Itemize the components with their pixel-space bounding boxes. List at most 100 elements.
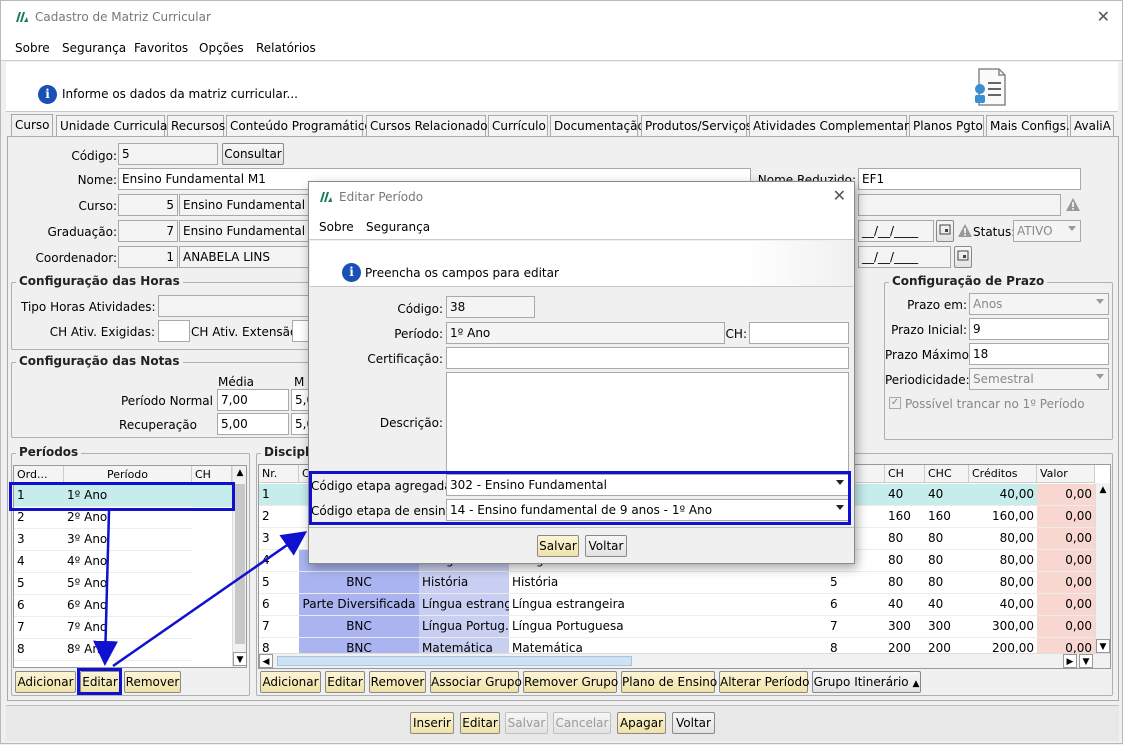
dlg-ch-field[interactable]: [749, 322, 849, 344]
dialog-close-icon[interactable]: ✕: [833, 186, 846, 205]
calendar-button-2[interactable]: [954, 246, 972, 268]
cell-valor: 0,00: [1037, 594, 1095, 616]
graduacao-code-field[interactable]: 7: [118, 220, 178, 242]
dialog-menu-seguranca[interactable]: Segurança: [366, 220, 430, 234]
cell-ch: 40: [885, 594, 925, 616]
prazo-inicial-field[interactable]: 9: [969, 318, 1109, 340]
table-row[interactable]: 6 6º Ano: [14, 595, 232, 617]
dialog-menu-sobre[interactable]: Sobre: [319, 220, 354, 234]
salvar-button[interactable]: Salvar: [505, 712, 548, 734]
scroll-left-icon[interactable]: ◀: [259, 654, 273, 668]
trancar-checkbox[interactable]: ✓: [889, 397, 901, 409]
scroll-down-icon[interactable]: ▼: [1096, 639, 1110, 653]
table-row[interactable]: 5 5º Ano: [14, 573, 232, 595]
dlg-codigo-field[interactable]: 38: [446, 296, 535, 318]
dlg-voltar-button[interactable]: Voltar: [585, 535, 627, 557]
cell-nr: 2: [259, 506, 299, 528]
dlg-ch-label: CH:: [725, 327, 747, 341]
periodo-normal-media[interactable]: 7,00: [217, 389, 289, 411]
disciplinas-hscrollbar[interactable]: ◀ ▶ ▼: [259, 653, 1110, 668]
dlg-salvar-button[interactable]: Salvar: [537, 535, 579, 557]
tab-recursos[interactable]: Recursos: [167, 115, 225, 137]
extra-field[interactable]: [858, 194, 1061, 216]
cancelar-button[interactable]: Cancelar: [553, 712, 611, 734]
tab-curriculo[interactable]: Currículo: [488, 115, 548, 137]
col-valor[interactable]: Valor: [1037, 465, 1095, 483]
prazo-em-select[interactable]: Anos: [969, 293, 1109, 315]
disc-editar-button[interactable]: Editar: [325, 671, 365, 693]
table-row[interactable]: 5 BNC História História 5 80 80 80,00 0,00: [259, 572, 1095, 594]
table-row[interactable]: 8 8º Ano: [14, 639, 232, 661]
col-nr[interactable]: Nr.: [259, 465, 299, 483]
tab-cursos-relacionados[interactable]: Cursos Relacionados: [366, 115, 494, 137]
scroll-right-icon[interactable]: ▶: [1063, 654, 1077, 668]
grupo-itinerario-button[interactable]: Grupo Itinerário ▲: [812, 671, 921, 693]
nome-reduzido-field[interactable]: EF1: [858, 168, 1081, 190]
dlg-certificacao-field[interactable]: [446, 347, 849, 369]
table-row[interactable]: 7 BNC Língua Portug... Língua Portuguesa 7 30…: [259, 616, 1095, 638]
recuperacao-media[interactable]: 5,00: [217, 413, 289, 435]
tab-mais-configs[interactable]: Mais Configs.: [986, 115, 1070, 137]
date-field-2[interactable]: __/__/____: [858, 246, 951, 268]
scroll-down-icon[interactable]: ▼: [233, 652, 246, 666]
dlg-periodo-field[interactable]: 1º Ano: [446, 322, 725, 344]
coordenador-code-field[interactable]: 1: [118, 246, 178, 268]
col-chc[interactable]: CHC: [925, 465, 969, 483]
scroll-up-icon[interactable]: ▲: [1096, 483, 1110, 497]
consultar-button[interactable]: Consultar: [222, 143, 284, 165]
cell-creditos: 40,00: [969, 594, 1037, 616]
menu-seguranca[interactable]: Segurança: [62, 41, 126, 55]
periodos-remover-button[interactable]: Remover: [124, 671, 181, 693]
inserir-button[interactable]: Inserir: [410, 712, 454, 734]
tipo-horas-field[interactable]: [158, 295, 311, 317]
disciplinas-vscrollbar[interactable]: ▲ ▼: [1095, 483, 1110, 653]
warning-icon: [958, 224, 972, 237]
apagar-button[interactable]: Apagar: [617, 712, 666, 734]
status-select[interactable]: ATIVO: [1013, 220, 1081, 242]
nome-label: Nome:: [77, 173, 117, 187]
tab-conteudo-programatico[interactable]: Conteúdo Programático: [226, 115, 372, 137]
cell-ord: 7: [14, 617, 64, 639]
date-field-1[interactable]: __/__/____: [858, 220, 934, 242]
scroll-up-icon[interactable]: ▲: [233, 466, 246, 480]
tab-unidade-curricular[interactable]: Unidade Curricular: [56, 115, 172, 137]
voltar-button[interactable]: Voltar: [672, 712, 715, 734]
col-ch[interactable]: CH: [885, 465, 925, 483]
tab-curso[interactable]: Curso: [11, 114, 53, 138]
table-row[interactable]: 3 3º Ano: [14, 529, 232, 551]
periodicidade-select[interactable]: Semestral: [969, 368, 1109, 390]
close-icon[interactable]: ✕: [1097, 7, 1110, 26]
ch-exigidas-field[interactable]: [158, 320, 190, 342]
scroll-end-icon[interactable]: ▼: [1079, 654, 1093, 668]
menu-opcoes[interactable]: Opções: [199, 41, 244, 55]
plano-ensino-button[interactable]: Plano de Ensino: [621, 671, 717, 693]
curso-code-field[interactable]: 5: [118, 194, 178, 216]
tab-planos-pgto[interactable]: Planos Pgto: [909, 115, 984, 137]
disc-remover-button[interactable]: Remover: [369, 671, 426, 693]
disc-adicionar-button[interactable]: Adicionar: [260, 671, 321, 693]
menu-relatorios[interactable]: Relatórios: [256, 41, 316, 55]
prazo-maximo-field[interactable]: 18: [969, 343, 1109, 365]
table-row[interactable]: 7 7º Ano: [14, 617, 232, 639]
associar-grupo-button[interactable]: Associar Grupo: [430, 671, 522, 693]
tab-atividades-complementares[interactable]: Atividades Complementares: [749, 115, 922, 137]
tab-avalia[interactable]: AvaliA: [1070, 115, 1114, 137]
calendar-button-1[interactable]: [936, 220, 954, 242]
highlight-etapa-fields: [309, 471, 851, 525]
periodos-adicionar-button[interactable]: Adicionar: [15, 671, 76, 693]
col-creditos[interactable]: Créditos: [969, 465, 1037, 483]
cell-chc: 80: [925, 572, 969, 594]
menu-sobre[interactable]: Sobre: [15, 41, 50, 55]
scroll-thumb[interactable]: [235, 484, 245, 644]
dlg-descricao-field[interactable]: [446, 372, 849, 472]
codigo-field[interactable]: 5: [118, 143, 218, 165]
menu-favoritos[interactable]: Favoritos: [134, 41, 188, 55]
tab-documentacao[interactable]: Documentação: [550, 115, 645, 137]
alterar-periodo-button[interactable]: Alterar Período: [719, 671, 809, 693]
remover-grupo-button[interactable]: Remover Grupo: [523, 671, 618, 693]
table-row[interactable]: 4 4º Ano: [14, 551, 232, 573]
tab-produtos-servicos[interactable]: Produtos/Serviços: [641, 115, 752, 137]
hscroll-thumb[interactable]: [277, 656, 632, 666]
table-row[interactable]: 6Parte DiversificadaLíngua estrang...Lín…: [259, 594, 1095, 616]
editar-button[interactable]: Editar: [460, 712, 500, 734]
